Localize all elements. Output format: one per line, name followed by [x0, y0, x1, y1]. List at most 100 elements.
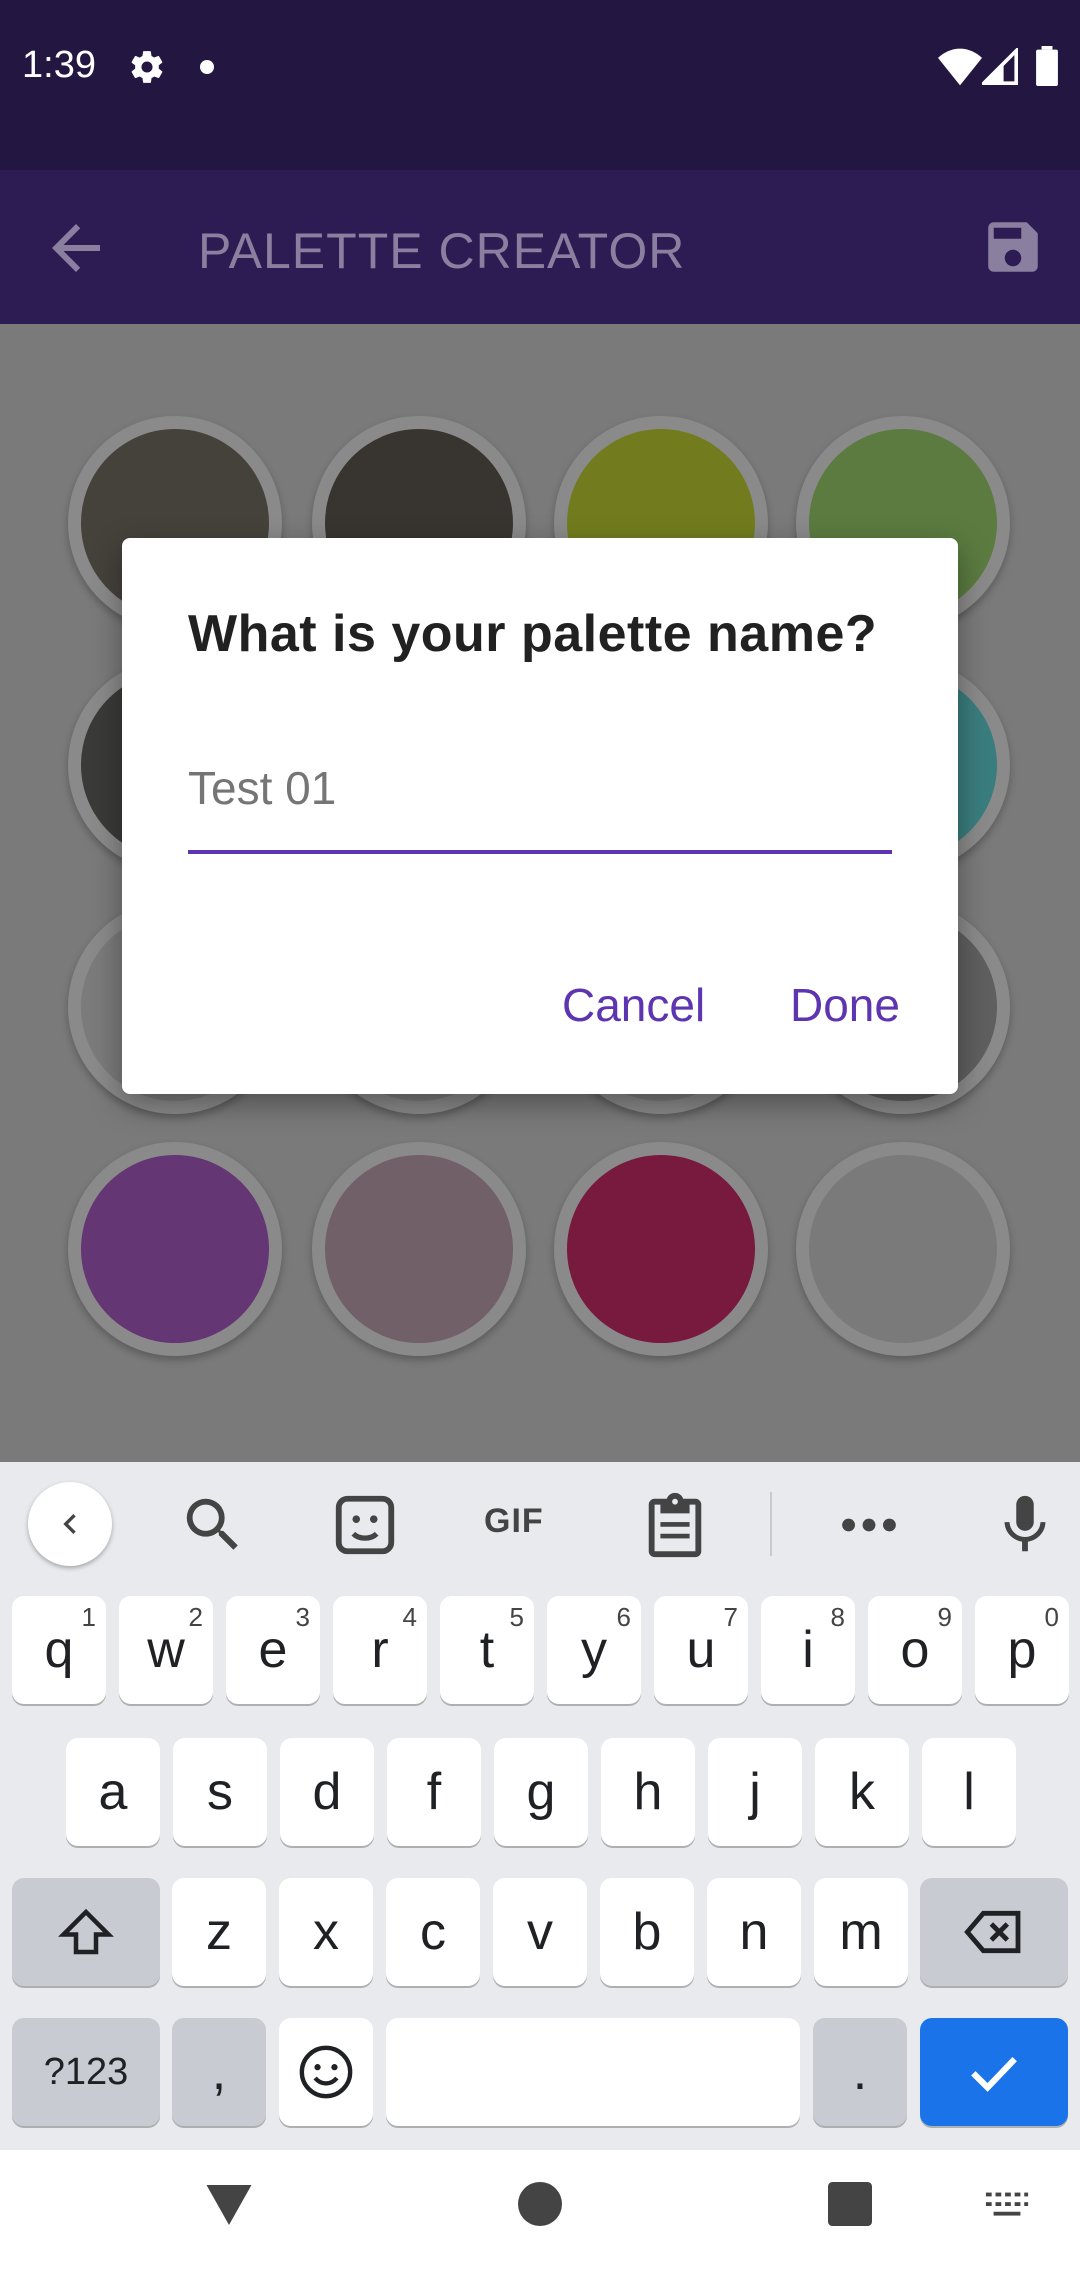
key-label: l	[963, 1763, 975, 1821]
key-x[interactable]: x	[279, 1878, 373, 1986]
shift-key[interactable]	[12, 1878, 160, 1986]
key-f[interactable]: f	[387, 1738, 481, 1846]
key-label: t	[479, 1621, 495, 1679]
battery-icon	[1036, 46, 1058, 86]
home-circle-icon[interactable]	[518, 2182, 562, 2226]
key-label: z	[206, 1903, 232, 1961]
key-b[interactable]: b	[600, 1878, 694, 1986]
key-p[interactable]: p0	[975, 1596, 1069, 1704]
key-label: y	[581, 1621, 607, 1679]
cancel-button[interactable]: Cancel	[562, 978, 705, 1032]
key-label: k	[849, 1763, 875, 1821]
status-time: 1:39	[22, 44, 96, 86]
key-c[interactable]: c	[386, 1878, 480, 1986]
soft-keyboard: GIF q1w2e3r4t5y6u7i8o9p0asdfghjklzxcvbnm…	[0, 1462, 1080, 2150]
notification-dot	[200, 60, 214, 74]
clipboard-icon[interactable]	[640, 1490, 710, 1560]
palette-name-input[interactable]	[188, 758, 892, 818]
key-label: q	[44, 1621, 74, 1679]
backspace-icon	[964, 1910, 1021, 1954]
key-k[interactable]: k	[815, 1738, 909, 1846]
key-m[interactable]: m	[814, 1878, 908, 1986]
key-label: j	[749, 1763, 761, 1821]
back-triangle-icon[interactable]	[204, 2180, 254, 2230]
sticker-icon[interactable]	[330, 1490, 400, 1560]
key-label: v	[527, 1903, 553, 1961]
period-key[interactable]: .	[813, 2018, 907, 2126]
palette-swatch[interactable]	[796, 1142, 1010, 1356]
more-icon[interactable]	[834, 1490, 904, 1560]
key-r[interactable]: r4	[333, 1596, 427, 1704]
key-label: n	[739, 1903, 769, 1961]
symbols-key[interactable]: ?123	[12, 2018, 160, 2126]
key-label: b	[632, 1903, 662, 1961]
page-title: PALETTE CREATOR	[198, 223, 686, 279]
key-e[interactable]: e3	[226, 1596, 320, 1704]
wifi-icon	[938, 48, 982, 86]
space-key[interactable]	[386, 2018, 800, 2126]
palette-swatch[interactable]	[68, 1142, 282, 1356]
recents-square-icon[interactable]	[828, 2182, 872, 2226]
key-w[interactable]: w2	[119, 1596, 213, 1704]
dialog-title: What is your palette name?	[188, 605, 878, 663]
key-label: g	[526, 1763, 556, 1821]
key-a[interactable]: a	[66, 1738, 160, 1846]
check-icon	[971, 2056, 1017, 2092]
key-label: ,	[211, 2043, 227, 2101]
key-label: w	[147, 1621, 185, 1679]
gif-button[interactable]: GIF	[484, 1502, 544, 1541]
key-q[interactable]: q1	[12, 1596, 106, 1704]
save-icon[interactable]	[980, 214, 1046, 280]
key-label: a	[98, 1763, 128, 1821]
key-label: ?123	[43, 2050, 129, 2093]
key-label: d	[312, 1763, 342, 1821]
emoji-key[interactable]	[279, 2018, 373, 2126]
key-s[interactable]: s	[173, 1738, 267, 1846]
key-z[interactable]: z	[172, 1878, 266, 1986]
key-label: r	[371, 1621, 389, 1679]
palette-swatch[interactable]	[312, 1142, 526, 1356]
enter-key[interactable]	[920, 2018, 1068, 2126]
key-g[interactable]: g	[494, 1738, 588, 1846]
key-i[interactable]: i8	[761, 1596, 855, 1704]
arrow-back-icon[interactable]	[36, 212, 116, 284]
key-j[interactable]: j	[708, 1738, 802, 1846]
key-number-hint: 4	[402, 1602, 417, 1632]
shift-icon	[58, 1908, 114, 1955]
key-n[interactable]: n	[707, 1878, 801, 1986]
key-label: x	[313, 1903, 339, 1961]
mic-icon[interactable]	[990, 1490, 1060, 1560]
key-label: .	[852, 2043, 868, 2101]
key-label: e	[258, 1621, 288, 1679]
key-u[interactable]: u7	[654, 1596, 748, 1704]
key-d[interactable]: d	[280, 1738, 374, 1846]
keyboard-collapse-button[interactable]	[28, 1482, 112, 1566]
search-icon[interactable]	[178, 1490, 248, 1560]
key-label: p	[1007, 1621, 1037, 1679]
gear-icon	[131, 51, 163, 83]
keyboard-icon[interactable]	[984, 2190, 1030, 2222]
signal-icon	[982, 48, 1018, 85]
key-label: m	[839, 1903, 883, 1961]
key-number-hint: 3	[295, 1602, 310, 1632]
key-number-hint: 8	[830, 1602, 845, 1632]
key-label: c	[420, 1903, 446, 1961]
key-number-hint: 9	[937, 1602, 952, 1632]
done-button[interactable]: Done	[790, 978, 900, 1032]
key-l[interactable]: l	[922, 1738, 1016, 1846]
backspace-key[interactable]	[920, 1878, 1068, 1986]
key-number-hint: 2	[188, 1602, 203, 1632]
navigation-bar	[0, 2150, 1080, 2280]
palette-swatch[interactable]	[554, 1142, 768, 1356]
key-t[interactable]: t5	[440, 1596, 534, 1704]
swatch-color	[567, 1155, 755, 1343]
toolbar-divider	[770, 1492, 772, 1556]
key-v[interactable]: v	[493, 1878, 587, 1986]
key-label: i	[802, 1621, 814, 1679]
key-o[interactable]: o9	[868, 1596, 962, 1704]
key-h[interactable]: h	[601, 1738, 695, 1846]
key-y[interactable]: y6	[547, 1596, 641, 1704]
key-label: f	[426, 1763, 442, 1821]
swatch-color	[325, 1155, 513, 1343]
comma-key[interactable]: ,	[172, 2018, 266, 2126]
